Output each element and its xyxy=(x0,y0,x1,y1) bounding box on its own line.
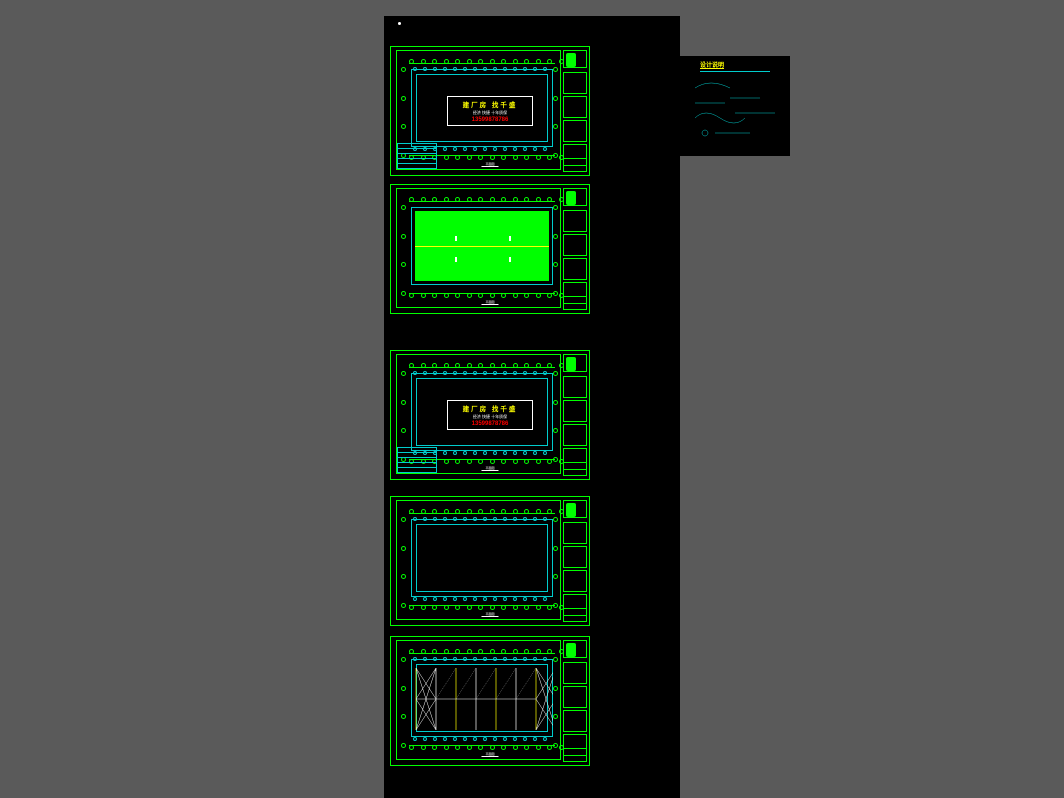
banner-line1: 建厂房 找千盛 xyxy=(450,403,530,413)
plan-label: 平面图 xyxy=(481,752,498,757)
title-block xyxy=(563,354,587,474)
drawing-sheet[interactable]: 建厂房 找千盛经济 快捷 十年质保13599878786 平面图 xyxy=(390,350,590,480)
company-banner: 建厂房 找千盛经济 快捷 十年质保13599878786 xyxy=(447,400,533,430)
company-banner: 建厂房 找千盛经济 快捷 十年质保13599878786 xyxy=(447,96,533,126)
banner-line1: 建厂房 找千盛 xyxy=(450,99,530,109)
title-block xyxy=(563,500,587,620)
plan-label: 平面图 xyxy=(481,300,498,305)
drawing-sheet[interactable]: 平面图 xyxy=(390,184,590,314)
drawing-sheet[interactable]: 平面图 xyxy=(390,636,590,766)
drawing-sheet[interactable]: 平面图 xyxy=(390,496,590,626)
plan-label: 平面图 xyxy=(481,612,498,617)
side-title: 设计说明 xyxy=(700,60,724,69)
title-block xyxy=(563,50,587,170)
banner-phone: 13599878786 xyxy=(450,421,530,427)
legend-table xyxy=(397,447,437,473)
banner-line2: 经济 快捷 十年质保 xyxy=(450,414,530,420)
plan-label: 平面图 xyxy=(481,466,498,471)
drawing-sheet[interactable]: 建厂房 找千盛经济 快捷 十年质保13599878786 平面图 xyxy=(390,46,590,176)
detail-arc xyxy=(690,78,780,149)
title-block xyxy=(563,188,587,308)
detail-line xyxy=(700,71,770,72)
banner-line2: 经济 快捷 十年质保 xyxy=(450,110,530,116)
title-block xyxy=(563,640,587,760)
side-notes-panel: 设计说明 xyxy=(680,56,790,156)
banner-phone: 13599878786 xyxy=(450,117,530,123)
drawing-canvas[interactable]: 建厂房 找千盛经济 快捷 十年质保13599878786平面图平面图建厂房 找千… xyxy=(384,16,680,798)
legend-table xyxy=(397,143,437,169)
plan-label: 平面图 xyxy=(481,162,498,167)
